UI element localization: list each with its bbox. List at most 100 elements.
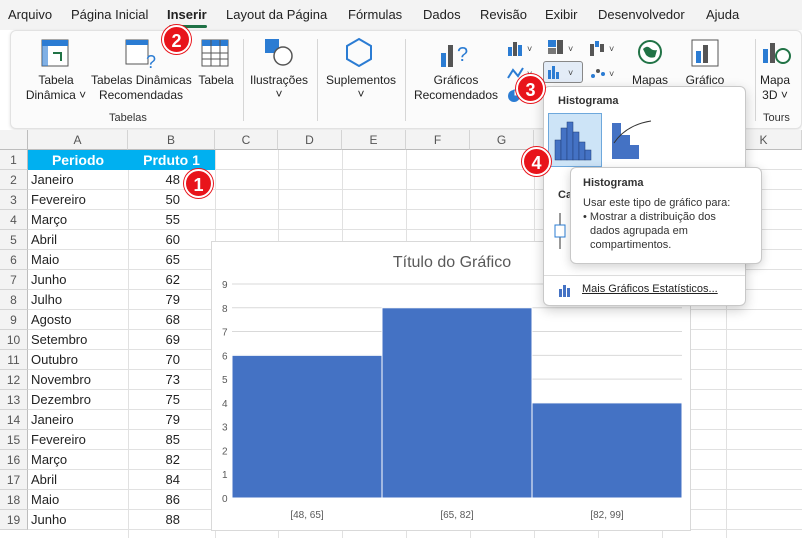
row-header[interactable]: 3 [0,190,28,210]
cell-value[interactable]: 79 [128,290,180,310]
cell-month[interactable]: Outubro [29,350,127,370]
cell-value[interactable]: 62 [128,270,180,290]
cell-month[interactable]: Maio [29,490,127,510]
chart-title[interactable]: Título do Gráfico [393,254,511,271]
cell-value[interactable]: 48 [128,170,180,190]
column-header[interactable]: F [406,130,470,150]
row-header[interactable]: 14 [0,410,28,430]
row-header[interactable]: 4 [0,210,28,230]
row-header[interactable]: 1 [0,150,28,170]
cell-month[interactable]: Dezembro [29,390,127,410]
tab-ajuda[interactable]: Ajuda [706,7,739,22]
tab-inserir[interactable]: Inserir [167,7,207,22]
cell-value[interactable]: 50 [128,190,180,210]
cell-month[interactable]: Novembro [29,370,127,390]
cell-month[interactable]: Março [29,450,127,470]
row-header[interactable]: 2 [0,170,28,190]
select-all-corner[interactable] [0,130,28,150]
table-button[interactable]: Tabela [196,73,236,88]
cell-month[interactable]: Março [29,210,127,230]
pivot-table-button[interactable]: Tabela Dinâmica ˅ [23,73,89,103]
cell-month[interactable]: Fevereiro [29,430,127,450]
row-header[interactable]: 8 [0,290,28,310]
hierarchy-chart-icon[interactable]: ˅ [547,39,577,57]
row-header[interactable]: 9 [0,310,28,330]
statistic-chart-button[interactable]: ˅ [543,61,583,83]
3d-map-button[interactable]: Mapa 3D ˅ [757,73,793,103]
column-chart-icon[interactable]: ˅ [507,39,537,57]
histogram-bar[interactable] [381,307,533,499]
row-header[interactable]: 15 [0,430,28,450]
svg-text:˅: ˅ [568,68,573,78]
box-whisker-icon[interactable] [552,211,572,251]
cell-value[interactable]: 65 [128,250,180,270]
recommended-charts-icon: ? [441,44,468,67]
histogram-bar[interactable] [531,402,683,499]
cell-month[interactable]: Junho [29,270,127,290]
cell-month[interactable]: Setembro [29,330,127,350]
cell-month[interactable]: Julho [29,290,127,310]
header-cell-produto[interactable]: Prduto 1 [128,150,215,170]
waterfall-chart-icon[interactable]: ˅ [589,39,619,57]
cell-month[interactable]: Maio [29,250,127,270]
row-header[interactable]: 10 [0,330,28,350]
cell-value[interactable]: 86 [128,490,180,510]
cell-value[interactable]: 69 [128,330,180,350]
cell-month[interactable]: Janeiro [29,410,127,430]
cell-month[interactable]: Fevereiro [29,190,127,210]
recommended-pivot-button[interactable]: Tabelas Dinâmicas Recomendadas [91,73,192,103]
row-header[interactable]: 17 [0,470,28,490]
cell-value[interactable]: 88 [128,510,180,530]
cell-value[interactable]: 55 [128,210,180,230]
cell-value[interactable]: 68 [128,310,180,330]
pareto-option[interactable] [606,113,660,167]
tab-dados[interactable]: Dados [423,7,461,22]
tab-arquivo[interactable]: Arquivo [8,7,52,22]
histogram-option[interactable] [548,113,602,167]
header-cell-periodo[interactable]: Periodo [28,150,128,170]
cell-value[interactable]: 79 [128,410,180,430]
cell-value[interactable]: 60 [128,230,180,250]
scatter-chart-icon[interactable]: ˅ [589,64,619,82]
tab-desenvolvedor[interactable]: Desenvolvedor [598,7,685,22]
column-header[interactable]: B [128,130,215,150]
cell-month[interactable]: Abril [29,470,127,490]
tab-pagina-inicial[interactable]: Página Inicial [71,7,148,22]
x-tick-label: [65, 82] [440,510,474,521]
illustrations-button[interactable]: Ilustrações [246,73,312,88]
cell-value[interactable]: 75 [128,390,180,410]
column-header[interactable]: C [215,130,278,150]
column-header[interactable]: A [28,130,128,150]
cell-value[interactable]: 85 [128,430,180,450]
row-header[interactable]: 5 [0,230,28,250]
dropdown-section-histogram: Histograma [558,95,619,107]
cell-value[interactable]: 84 [128,470,180,490]
tab-exibir[interactable]: Exibir [545,7,578,22]
row-header[interactable]: 13 [0,390,28,410]
tab-formulas[interactable]: Fórmulas [348,7,402,22]
column-header[interactable]: D [278,130,342,150]
addins-button[interactable]: Suplementos [323,73,399,88]
cell-value[interactable]: 73 [128,370,180,390]
cell-month[interactable]: Abril [29,230,127,250]
cell-month[interactable]: Junho [29,510,127,530]
cell-value[interactable]: 70 [128,350,180,370]
tab-revisao[interactable]: Revisão [480,7,527,22]
more-statistic-charts-link[interactable]: Mais Gráficos Estatísticos... [582,283,718,295]
row-header[interactable]: 18 [0,490,28,510]
cell-value[interactable]: 82 [128,450,180,470]
cell-month[interactable]: Agosto [29,310,127,330]
row-header[interactable]: 6 [0,250,28,270]
row-header[interactable]: 7 [0,270,28,290]
row-header[interactable]: 12 [0,370,28,390]
row-header[interactable]: 11 [0,350,28,370]
row-header[interactable]: 19 [0,510,28,530]
tab-layout[interactable]: Layout da Página [226,7,327,22]
histogram-bar[interactable] [231,354,383,499]
cell-month[interactable]: Janeiro [29,170,127,190]
column-header[interactable]: E [342,130,406,150]
recommended-charts-button[interactable]: Gráficos Recomendados [411,73,501,103]
column-header[interactable]: G [470,130,534,150]
table-icon [201,39,229,67]
row-header[interactable]: 16 [0,450,28,470]
